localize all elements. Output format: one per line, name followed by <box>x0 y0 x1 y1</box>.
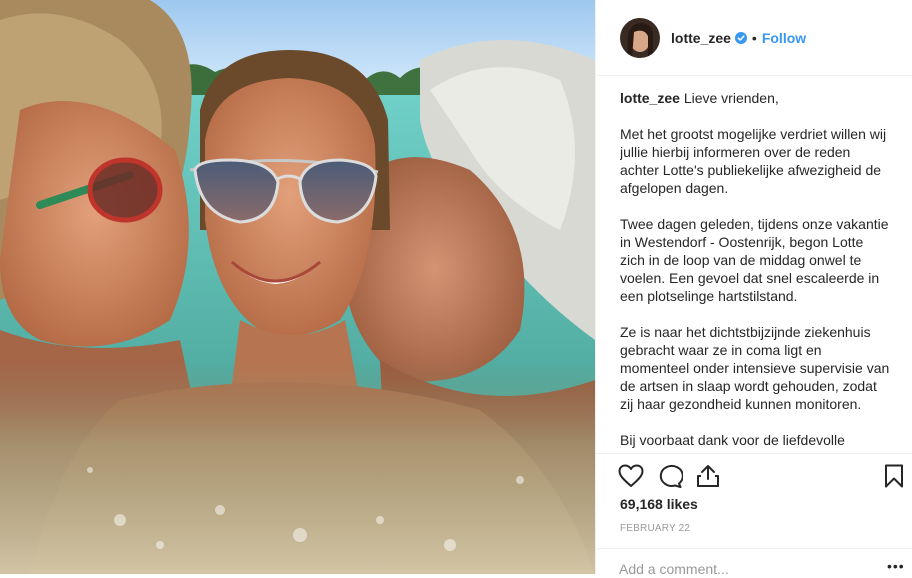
likes-count[interactable]: 69,168 likes <box>620 496 698 512</box>
avatar[interactable] <box>620 17 660 58</box>
post-header: lotte_zee • Follow <box>596 0 912 76</box>
caption-paragraph: Twee dagen geleden, tijdens onze vakanti… <box>620 216 889 304</box>
caption-paragraph: Ze is naar het dichtstbijzijnde ziekenhu… <box>620 324 890 412</box>
verified-badge-icon <box>734 31 747 44</box>
post-side-panel: lotte_zee • Follow lotte_zee Lieve vrien… <box>595 0 912 577</box>
username[interactable]: lotte_zee <box>671 30 731 46</box>
caption-username[interactable]: lotte_zee <box>620 90 680 106</box>
more-options-icon[interactable]: ••• <box>887 559 904 575</box>
action-bar <box>596 453 912 498</box>
comment-input[interactable] <box>619 561 879 577</box>
share-icon[interactable] <box>696 464 720 493</box>
caption-paragraph: Bij voorbaat dank voor de liefdevolle <box>620 432 845 448</box>
post-image <box>0 0 595 574</box>
post-photo[interactable] <box>0 0 595 574</box>
follow-button[interactable]: Follow <box>762 30 806 46</box>
caption-paragraph: Met het grootst mogelijke verdriet wille… <box>620 126 887 196</box>
bookmark-icon[interactable] <box>884 464 904 493</box>
post-date[interactable]: FEBRUARY 22 <box>620 523 690 534</box>
heart-icon[interactable] <box>618 464 644 493</box>
caption-greeting: lotte_zee Lieve vrienden, <box>620 90 779 106</box>
comment-icon[interactable] <box>657 464 684 493</box>
separator-dot: • <box>751 29 757 46</box>
post-caption: lotte_zee Lieve vrienden, Met het groots… <box>620 89 890 449</box>
